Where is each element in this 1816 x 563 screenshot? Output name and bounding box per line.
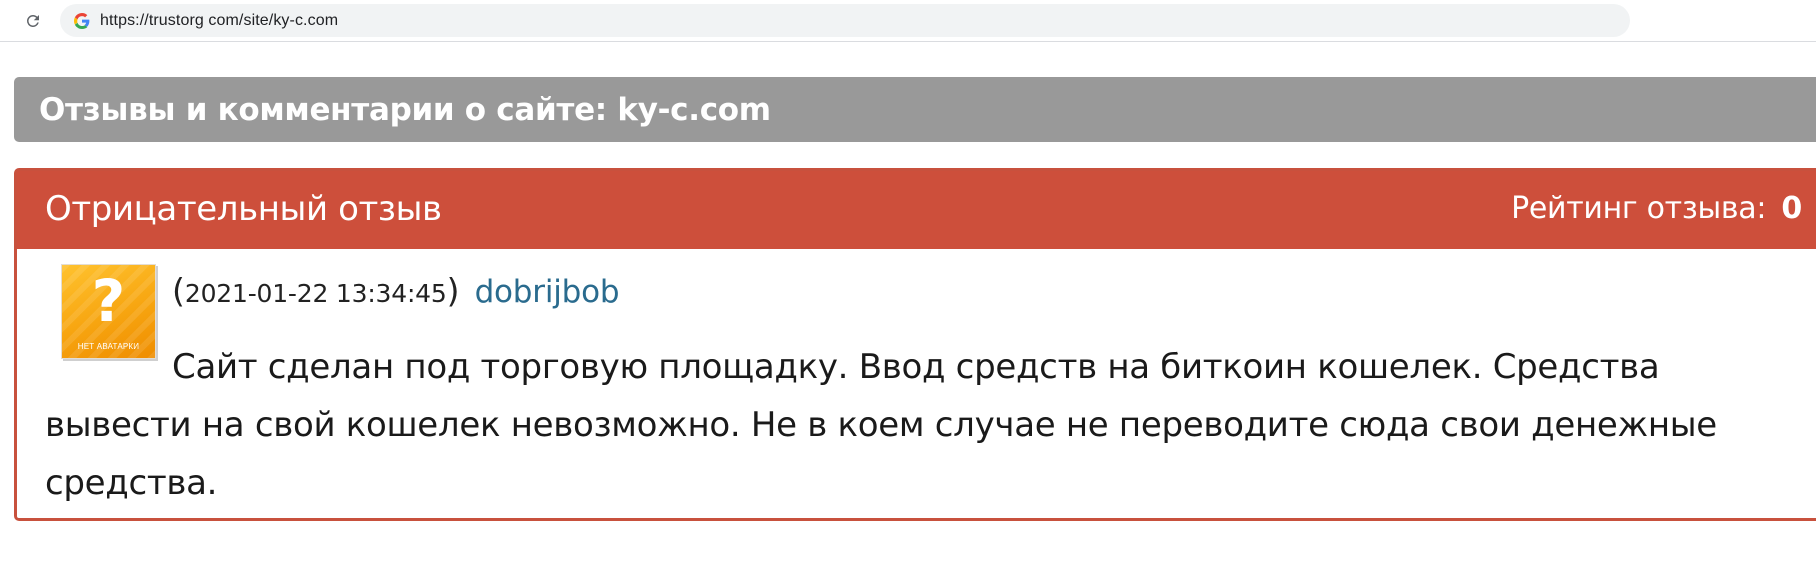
review-type-label: Отрицательный отзыв — [45, 189, 442, 229]
rating-label: Рейтинг отзыва: — [1511, 191, 1767, 226]
browser-toolbar: https://trustorg com/site/ky-c.com — [0, 0, 1816, 42]
paren-close: ) — [446, 271, 460, 310]
page-title-bar: Отзывы и комментарии о сайте: ky-c.com — [14, 77, 1816, 142]
google-icon — [74, 12, 90, 29]
question-mark-icon: ? — [91, 267, 126, 335]
review-meta: (2021-01-22 13:34:45) dobrijbob — [172, 271, 620, 310]
rating-value: 0 — [1781, 191, 1802, 226]
address-bar[interactable]: https://trustorg com/site/ky-c.com — [60, 4, 1630, 37]
paren-open: ( — [172, 271, 185, 310]
url-text[interactable]: https://trustorg com/site/ky-c.com — [100, 12, 338, 30]
review-rating: Рейтинг отзыва: 0 — [1511, 191, 1802, 226]
author-link[interactable]: dobrijbob — [475, 274, 620, 310]
reload-icon[interactable] — [20, 8, 46, 34]
review-header: Отрицательный отзыв Рейтинг отзыва: 0 — [17, 171, 1816, 249]
review-text: Сайт сделан под торговую площадку. Ввод … — [45, 347, 1717, 503]
review-card: Отрицательный отзыв Рейтинг отзыва: 0 ? … — [14, 168, 1816, 521]
review-date: 2021-01-22 13:34:45 — [184, 279, 447, 308]
page-title: Отзывы и комментарии о сайте: ky-c.com — [39, 91, 771, 128]
review-body: ? НЕТ АВАТАРКИ (2021-01-22 13:34:45) dob… — [17, 249, 1816, 518]
